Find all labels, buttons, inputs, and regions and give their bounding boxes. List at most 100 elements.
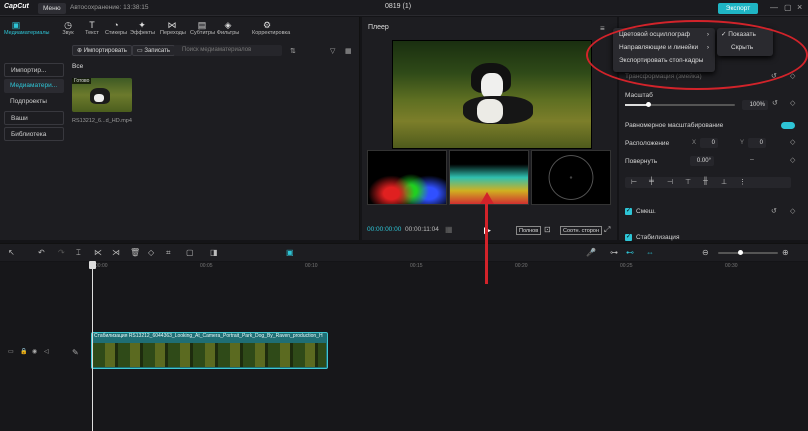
track-audio-icon[interactable]: ◁ [44, 348, 49, 355]
blend-checkbox[interactable]: ✓ [625, 208, 632, 215]
filter-icon[interactable]: ▽ [330, 47, 335, 55]
scale-value[interactable]: 100% [742, 100, 768, 110]
full-quality-button[interactable]: Полнов [516, 226, 542, 235]
import-button[interactable]: ⊕ Импортировать [72, 45, 132, 56]
rotate-keyframe-icon[interactable]: ◇ [790, 156, 795, 164]
thumb-filename: RS13212_6...d_HD.mp4 [72, 118, 132, 124]
scale-reset-icon[interactable]: ↺ [772, 99, 778, 107]
tool-label: Текст [85, 30, 99, 36]
align-left-icon[interactable]: ⊢ [631, 178, 637, 186]
align-center-icon[interactable]: ╪ [649, 178, 654, 185]
redo-icon[interactable]: ↷ [58, 248, 65, 257]
align-bottom-icon[interactable]: ⊥ [721, 178, 727, 186]
split-left-icon[interactable]: ⋉ [94, 248, 102, 257]
blend-reset-icon[interactable]: ↺ [771, 207, 777, 215]
split-right-icon[interactable]: ⋊ [112, 248, 120, 257]
preview-axis-icon[interactable]: ⇔ [646, 248, 654, 257]
blend-keyframe-icon[interactable]: ◇ [790, 207, 795, 215]
ruler-tick: 00:00 [95, 263, 108, 269]
sticker-icon: ◔ [113, 20, 119, 30]
filters-icon: ◈ [224, 20, 232, 30]
align-middle-icon[interactable]: ╫ [703, 178, 708, 185]
ruler-tick: 00:20 [515, 263, 528, 269]
all-filter-label[interactable]: Все [72, 63, 83, 70]
tool-effects[interactable]: ✦ Эффекты [130, 20, 156, 36]
tool-subtitles[interactable]: ▤ Субтитры [190, 20, 215, 36]
delete-icon[interactable]: 🗑 [130, 248, 140, 257]
close-icon[interactable]: × [797, 2, 802, 12]
pos-x-value[interactable]: 0 [700, 138, 718, 148]
link-icon[interactable]: ⊶ [610, 248, 618, 257]
player-menu-icon[interactable]: ≡ [600, 24, 605, 33]
stabilization-checkbox[interactable]: ✓ [625, 234, 632, 241]
export-button[interactable]: Экспорт [718, 3, 758, 14]
rotate-minus-icon[interactable]: – [750, 156, 754, 163]
tool-transitions[interactable]: ⋈ Переходы [160, 20, 186, 36]
record-button[interactable]: ▭ Записать [132, 45, 175, 56]
sidebar-item-library[interactable]: Библиотека [4, 127, 64, 141]
adjust-icon: ⚙ [262, 20, 272, 30]
microphone-icon[interactable]: 🎤 [586, 248, 596, 257]
media-search-input[interactable]: Поиск медиаматериалов [174, 45, 282, 56]
annotation-arrow-shaft [485, 200, 488, 284]
tool-stickers[interactable]: ◔ Стикеры [104, 20, 128, 36]
project-name[interactable]: 0819 (1) [385, 3, 411, 10]
tool-media[interactable]: ▣ Медиаматериалы [4, 20, 50, 36]
track-cover-icon[interactable]: ▭ [8, 348, 14, 355]
mask-icon[interactable]: ◇ [148, 248, 154, 257]
uniform-scale-toggle[interactable] [781, 122, 795, 129]
track-visibility-icon[interactable]: ◉ [32, 348, 37, 355]
snapshot-icon[interactable]: ⊡ [544, 225, 551, 234]
freeze-icon[interactable]: ▢ [186, 248, 194, 257]
tool-label: Фильтры [216, 30, 240, 36]
align-right-icon[interactable]: ⊣ [667, 178, 673, 186]
maximize-icon[interactable]: ▢ [784, 3, 792, 12]
position-keyframe-icon[interactable]: ◇ [790, 138, 795, 146]
undo-icon[interactable]: ↶ [38, 248, 45, 257]
grid-view-icon[interactable]: ▦ [345, 47, 352, 55]
playhead[interactable] [92, 262, 93, 431]
tool-label: Звук [62, 30, 74, 36]
uniform-scale-label: Равномерное масштабирование [625, 122, 724, 129]
rgb-parade-scope [367, 150, 447, 205]
sidebar-item-yours[interactable]: Ваши [4, 111, 64, 125]
timeline-grid-icon[interactable]: ▦ [445, 225, 453, 234]
position-label: Расположение [625, 140, 670, 147]
sort-icon[interactable]: ⇅ [290, 47, 296, 55]
track-lock-icon[interactable]: 🔒 [20, 348, 27, 355]
tool-label: Переходы [160, 30, 186, 36]
track-edit-icon[interactable]: ✎ [72, 348, 79, 357]
tool-label: Эффекты [130, 30, 156, 36]
distribute-icon[interactable]: ⋮ [739, 178, 746, 186]
minimize-icon[interactable]: — [770, 3, 778, 12]
tool-sound[interactable]: ◷ Звук [56, 20, 80, 36]
align-top-icon[interactable]: ⊤ [685, 178, 691, 186]
import-label: Импортировать [83, 48, 127, 54]
tool-filters[interactable]: ◈ Фильтры [216, 20, 240, 36]
scale-slider-knob[interactable] [646, 102, 651, 107]
mirror-icon[interactable]: ◨ [210, 248, 218, 257]
crop-icon[interactable]: ⌗ [166, 248, 171, 258]
tool-adjust[interactable]: ⚙ Корректировка [252, 20, 290, 36]
split-icon[interactable]: ⌶ [76, 248, 81, 258]
sidebar-item-media[interactable]: Медиаматери... [4, 79, 64, 93]
zoom-slider[interactable] [718, 252, 778, 254]
scale-keyframe-icon[interactable]: ◇ [790, 99, 795, 107]
sidebar-item-subprojects[interactable]: Подпроекты [4, 95, 64, 109]
menu-button[interactable]: Меню [38, 3, 66, 14]
sidebar-item-import[interactable]: Импортир... [4, 63, 64, 77]
pos-y-value[interactable]: 0 [748, 138, 766, 148]
rotate-value[interactable]: 0.00° [690, 156, 714, 166]
snap-icon[interactable]: ⊷ [626, 248, 634, 257]
auto-cut-icon[interactable]: ▣ [286, 248, 294, 257]
playhead-handle[interactable] [89, 261, 96, 269]
select-tool-icon[interactable]: ↖ [8, 248, 15, 257]
tool-text[interactable]: T Текст [80, 20, 104, 36]
zoom-out-icon[interactable]: ⊖ [702, 248, 709, 257]
aspect-ratio-button[interactable]: Соотн. сторон [560, 226, 603, 235]
zoom-in-icon[interactable]: ⊕ [782, 248, 789, 257]
scale-slider[interactable] [625, 104, 735, 106]
video-preview[interactable] [392, 40, 592, 149]
zoom-slider-knob[interactable] [738, 250, 743, 255]
fullscreen-icon[interactable]: ⤢ [604, 225, 610, 235]
